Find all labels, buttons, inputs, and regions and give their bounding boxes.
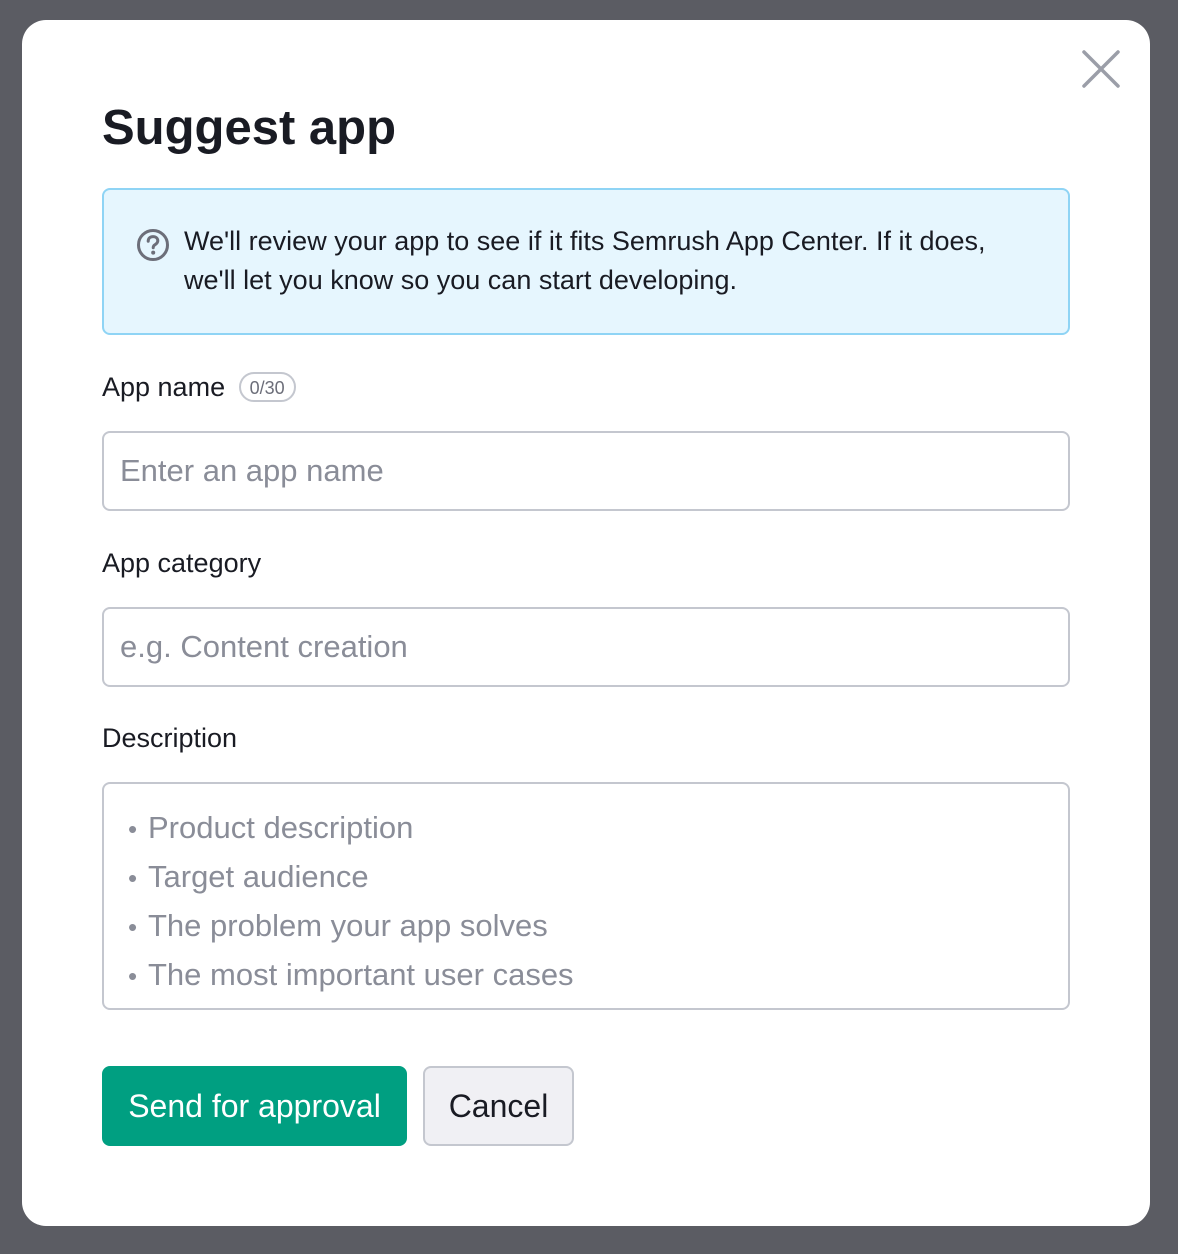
app-name-label-text: App name — [102, 372, 226, 402]
placeholder-line: Product description — [128, 804, 574, 853]
placeholder-line: The most important user cases — [128, 951, 574, 1000]
placeholder-line: Target audience — [128, 853, 574, 902]
app-category-input[interactable] — [102, 607, 1070, 687]
close-button[interactable] — [1080, 48, 1122, 90]
character-counter-badge: 0/30 — [238, 371, 296, 402]
close-icon — [1082, 50, 1120, 88]
app-name-input[interactable] — [102, 431, 1070, 511]
cancel-button[interactable]: Cancel — [423, 1066, 574, 1146]
description-label: Description — [102, 723, 238, 753]
suggest-app-modal: Suggest app We'll review your app to see… — [22, 20, 1150, 1226]
placeholder-line: The problem your app solves — [128, 902, 574, 951]
info-notice: We'll review your app to see if it fits … — [102, 188, 1070, 335]
app-name-label: App name 0/30 — [102, 370, 296, 404]
question-circle-icon — [137, 229, 169, 261]
send-for-approval-button[interactable]: Send for approval — [102, 1066, 407, 1146]
description-textarea[interactable]: Product description Target audience The … — [102, 782, 1070, 1010]
notice-text: We'll review your app to see if it fits … — [184, 226, 986, 295]
modal-title: Suggest app — [102, 101, 397, 155]
description-placeholder: Product description Target audience The … — [128, 804, 574, 1000]
app-category-label: App category — [102, 548, 262, 578]
